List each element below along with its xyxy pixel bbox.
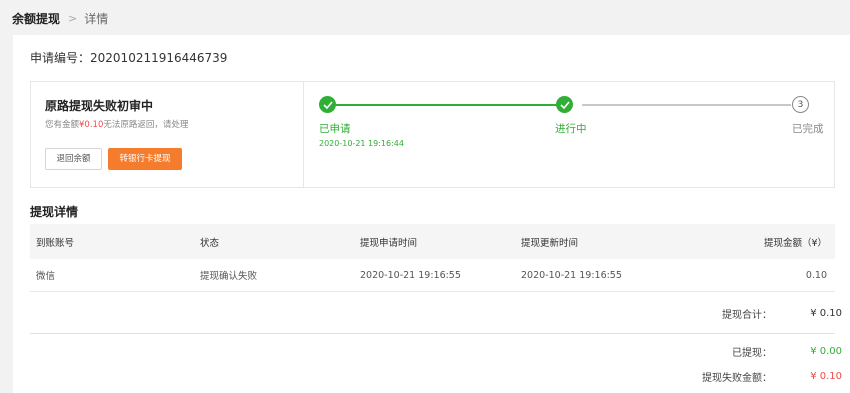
header-status: 状态 <box>200 237 220 249</box>
status-description: 您有金额¥0.10无法原路返回，请处理 <box>45 118 188 130</box>
summary-divider <box>30 333 835 334</box>
cell-status: 提现确认失败 <box>200 271 258 282</box>
details-section-title: 提现详情 <box>30 205 79 219</box>
header-update-time: 提现更新时间 <box>521 237 579 249</box>
summary-total-label: 提现合计： <box>722 310 772 321</box>
cell-apply-time: 2020-10-21 19:16:55 <box>360 269 461 281</box>
status-summary: 原路提现失败初审中 您有金额¥0.10无法原路返回，请处理 退回余额 转银行卡提… <box>31 82 304 187</box>
header-apply-time: 提现申请时间 <box>360 237 418 249</box>
summary-total-value: ¥ 0.10 <box>810 308 842 319</box>
cell-amount: 0.10 <box>805 269 827 281</box>
summary-withdrawn: 已提现： ¥ 0.00 <box>732 344 842 359</box>
summary-failed-value: ¥ 0.10 <box>810 371 842 382</box>
summary-failed-label: 提现失败金额： <box>702 373 772 384</box>
bank-card-withdraw-button[interactable]: 转银行卡提现 <box>108 148 182 170</box>
header-amount: 提现金额（¥） <box>763 237 827 249</box>
return-balance-button[interactable]: 退回余额 <box>45 148 102 170</box>
breadcrumb-separator-icon: > <box>68 11 78 25</box>
step-2-check-icon <box>556 96 573 113</box>
step-1-time: 2020-10-21 19:16:44 <box>319 139 404 148</box>
step-3-number-icon: 3 <box>792 96 809 113</box>
withdrawal-table: 到账账号 状态 提现申请时间 提现更新时间 提现金额（¥） 微信 提现确认失败 … <box>30 224 835 292</box>
cell-update-time: 2020-10-21 19:16:55 <box>521 269 622 281</box>
step-2-label: 进行中 <box>555 123 587 135</box>
application-number: 申请编号：202010211916446739 <box>30 49 227 66</box>
step-line-pending <box>582 104 791 106</box>
cell-account: 微信 <box>36 271 56 282</box>
application-number-label: 申请编号： <box>30 51 91 65</box>
progress-steps: 3 已申请 进行中 已完成 2020-10-21 19:16:44 <box>305 82 836 187</box>
step-1-check-icon <box>319 96 336 113</box>
status-desc-prefix: 您有金额 <box>45 120 80 130</box>
status-desc-suffix: 无法原路返回，请处理 <box>103 120 189 130</box>
breadcrumb-parent-link[interactable]: 余额提现 <box>12 10 60 27</box>
header-account: 到账账号 <box>36 237 75 249</box>
step-1-label: 已申请 <box>319 123 351 135</box>
table-row: 微信 提现确认失败 2020-10-21 19:16:55 2020-10-21… <box>30 259 835 292</box>
breadcrumb-current: 详情 <box>84 11 109 26</box>
step-line-done <box>327 104 566 106</box>
summary-total: 提现合计： ¥ 0.10 <box>722 306 842 321</box>
summary-failed: 提现失败金额： ¥ 0.10 <box>702 369 842 384</box>
status-box: 原路提现失败初审中 您有金额¥0.10无法原路返回，请处理 退回余额 转银行卡提… <box>30 81 835 188</box>
status-desc-amount: ¥0.10 <box>79 120 104 130</box>
table-header: 到账账号 状态 提现申请时间 提现更新时间 提现金额（¥） <box>30 224 835 259</box>
step-3-label: 已完成 <box>792 123 824 135</box>
application-number-value: 202010211916446739 <box>90 51 228 65</box>
breadcrumb: 余额提现 > 详情 <box>12 9 108 27</box>
status-title: 原路提现失败初审中 <box>45 99 154 113</box>
summary-withdrawn-label: 已提现： <box>732 348 772 359</box>
detail-panel: 申请编号：202010211916446739 原路提现失败初审中 您有金额¥0… <box>13 35 850 393</box>
summary-withdrawn-value: ¥ 0.00 <box>810 346 842 357</box>
